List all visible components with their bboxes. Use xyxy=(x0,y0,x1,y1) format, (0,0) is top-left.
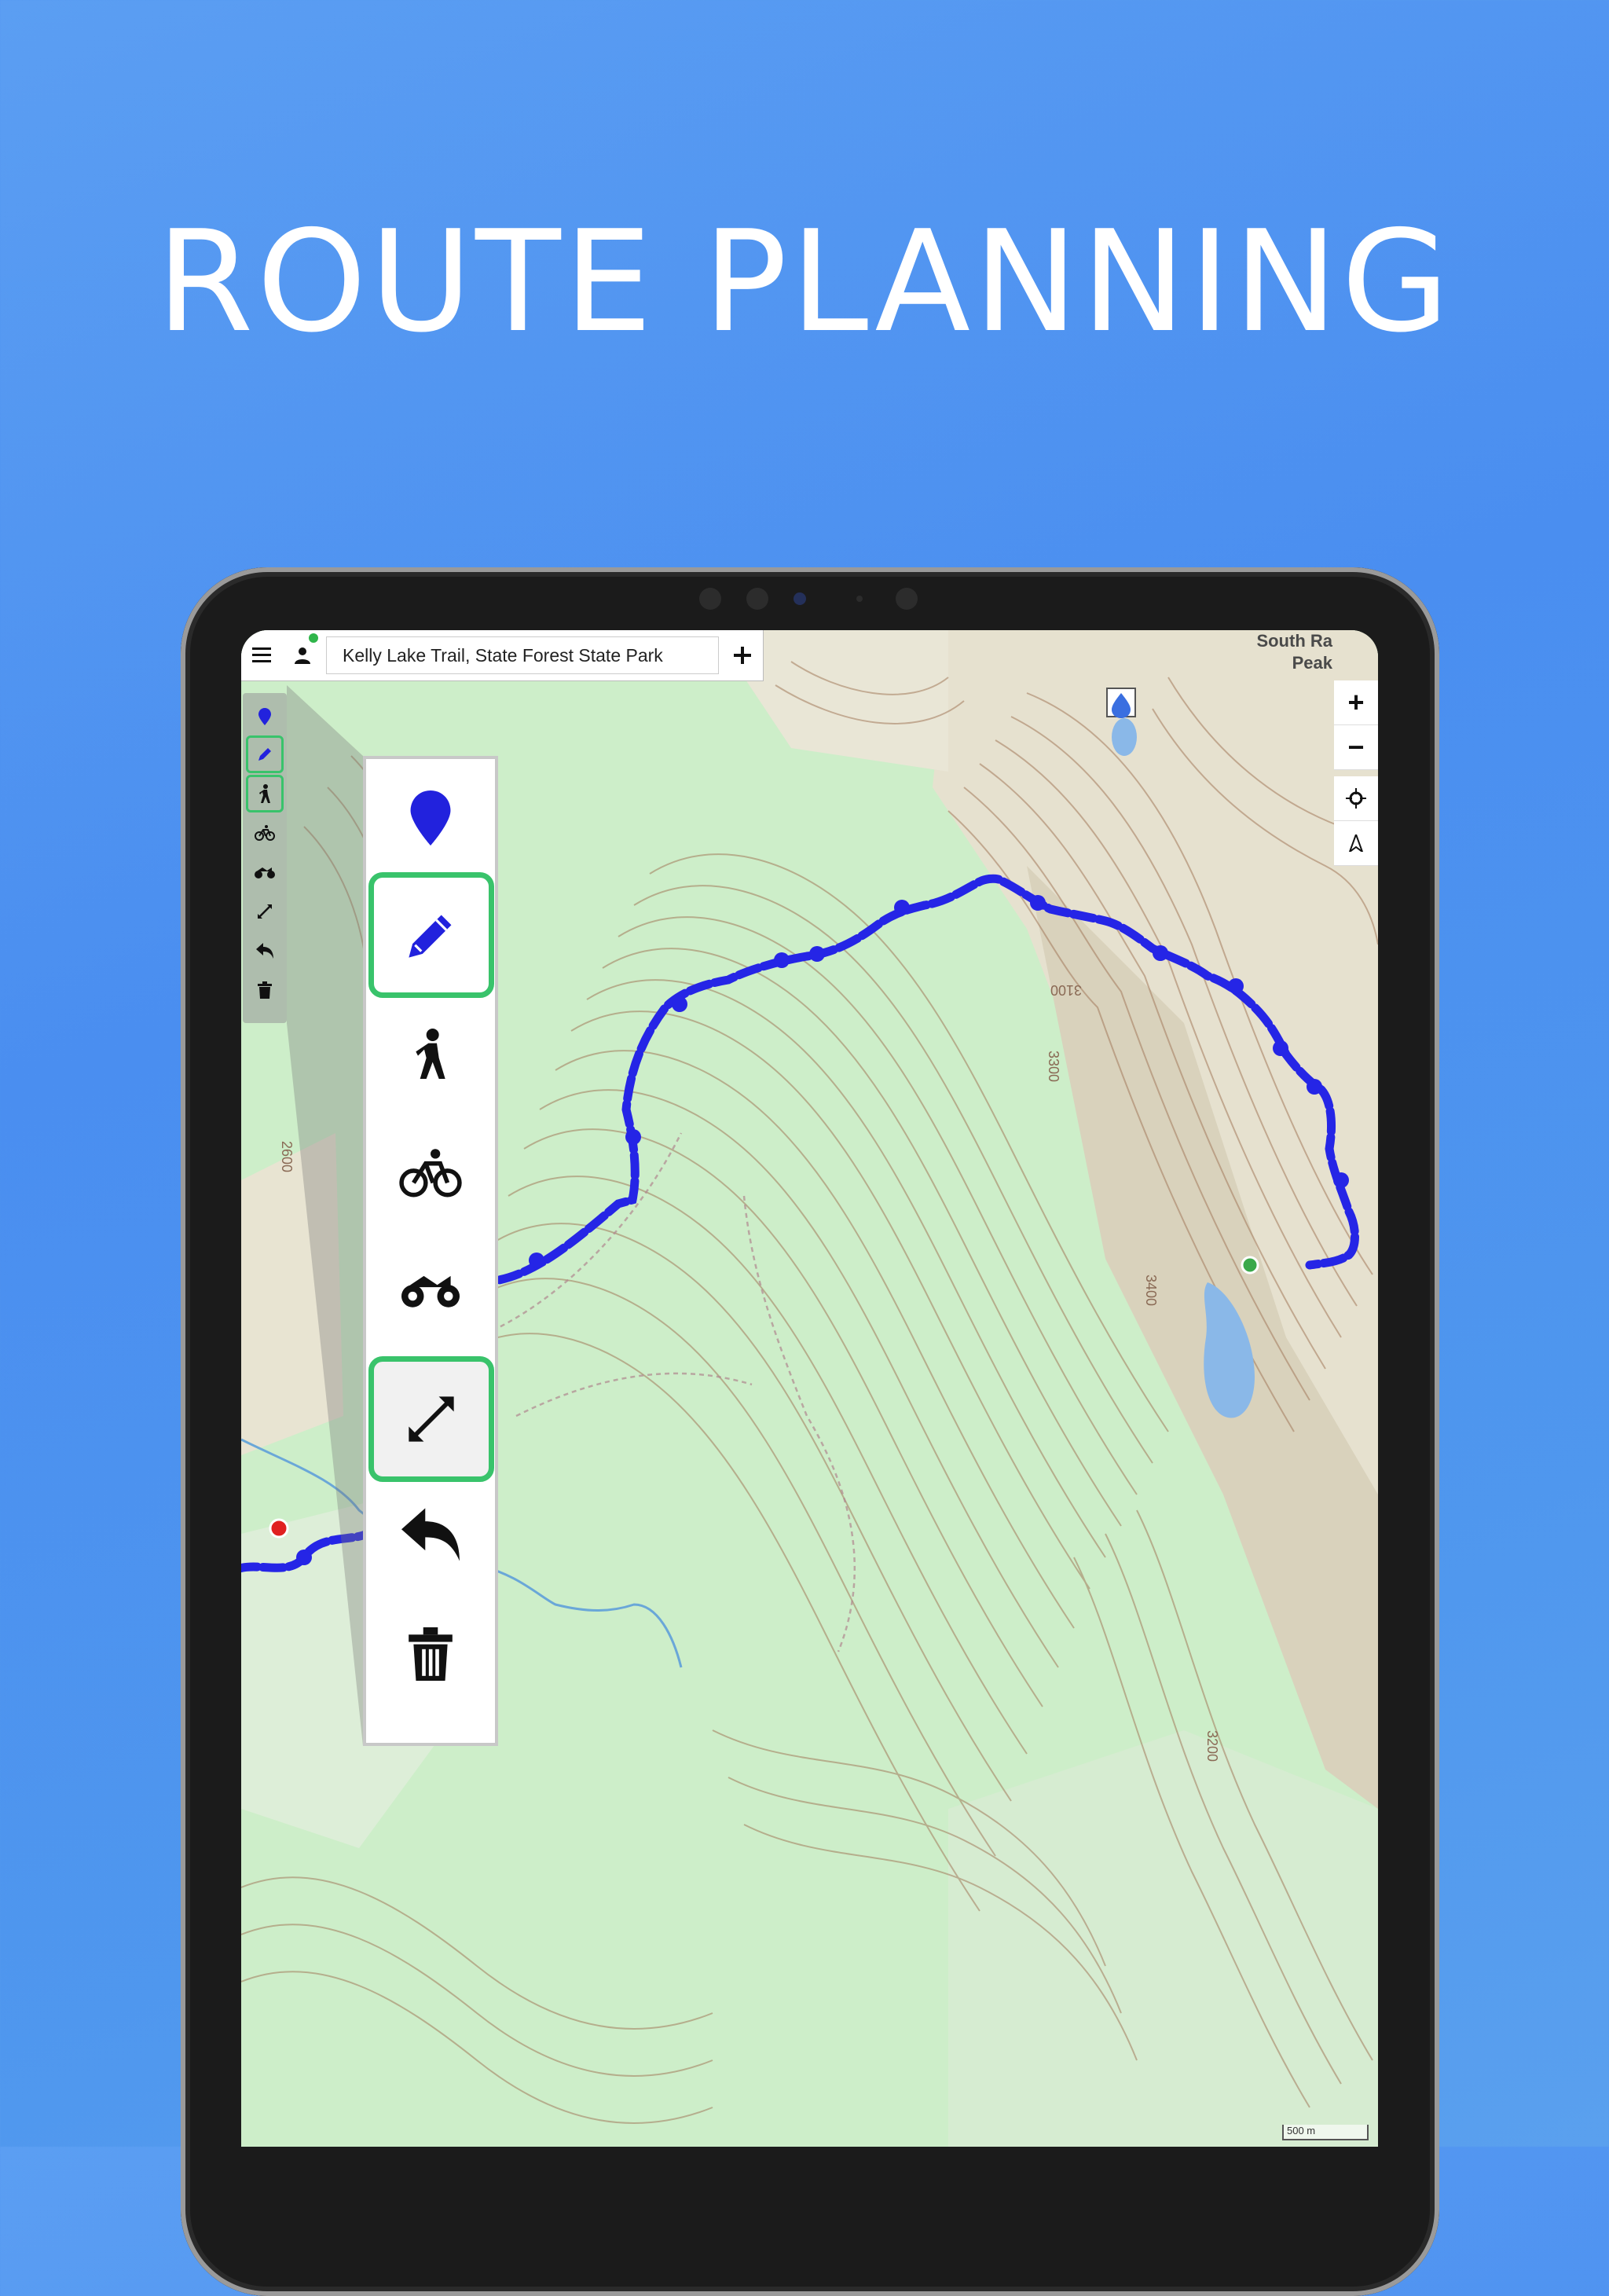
pencil-icon xyxy=(258,748,271,761)
straight-line-icon xyxy=(409,1396,454,1442)
top-bar: Kelly Lake Trail, State Forest State Par… xyxy=(241,630,764,681)
mini-marker-button[interactable] xyxy=(246,698,284,735)
locate-button[interactable] xyxy=(1334,776,1378,821)
headline: ROUTE PLANNING xyxy=(156,200,1453,363)
plus-icon xyxy=(734,647,751,664)
hamburger-icon xyxy=(252,647,271,662)
marker-icon xyxy=(410,790,451,845)
undo-icon xyxy=(401,1508,460,1561)
user-icon xyxy=(295,647,310,664)
camera-bar xyxy=(699,585,927,613)
mini-atv-button[interactable] xyxy=(246,853,284,891)
trash-icon xyxy=(409,1627,453,1681)
route-toolbar-magnified xyxy=(363,756,498,1746)
bicycle-button[interactable] xyxy=(366,1114,495,1232)
compass-button[interactable] xyxy=(1334,821,1378,866)
mini-pencil-button[interactable] xyxy=(246,735,284,773)
hiker-icon xyxy=(416,1029,445,1079)
trash-button[interactable] xyxy=(366,1595,495,1713)
peak-label: South Ra Peak xyxy=(1256,631,1332,673)
hiker-icon xyxy=(259,784,270,803)
menu-button[interactable] xyxy=(241,630,282,680)
bicycle-icon xyxy=(255,825,275,841)
mini-straight-line-button[interactable] xyxy=(246,893,284,930)
route-toolbar-mini xyxy=(243,693,287,1023)
map-screen[interactable]: South Ra Peak 2600 3100 3300 3400 3200 K… xyxy=(241,630,1378,2147)
undo-button[interactable] xyxy=(366,1476,495,1594)
atv-button[interactable] xyxy=(366,1231,495,1348)
pencil-button[interactable] xyxy=(368,872,494,998)
undo-icon xyxy=(256,943,273,959)
mini-bicycle-button[interactable] xyxy=(246,814,284,852)
mini-trash-button[interactable] xyxy=(246,971,284,1009)
map-controls: + − xyxy=(1334,680,1378,866)
atv-icon xyxy=(255,867,275,878)
search-input[interactable]: Kelly Lake Trail, State Forest State Par… xyxy=(326,636,719,674)
trash-icon xyxy=(258,981,272,999)
marker-icon xyxy=(258,708,271,725)
straight-line-icon xyxy=(258,904,272,919)
crosshair-icon xyxy=(1346,788,1366,809)
straight-line-button[interactable] xyxy=(368,1356,494,1482)
map-scale: 500 m xyxy=(1282,2125,1369,2140)
zoom-out-button[interactable]: − xyxy=(1334,725,1378,770)
hiker-button[interactable] xyxy=(366,995,495,1113)
compass-icon xyxy=(1348,834,1364,852)
atv-icon xyxy=(401,1275,460,1308)
zoom-in-button[interactable]: + xyxy=(1334,680,1378,725)
marker-button[interactable] xyxy=(366,759,495,877)
bicycle-icon xyxy=(399,1149,462,1198)
mini-hiker-button[interactable] xyxy=(246,775,284,812)
account-button[interactable] xyxy=(282,630,323,680)
add-button[interactable] xyxy=(722,630,763,680)
online-status-dot xyxy=(309,633,318,643)
pencil-icon xyxy=(409,915,452,958)
mini-undo-button[interactable] xyxy=(246,932,284,970)
